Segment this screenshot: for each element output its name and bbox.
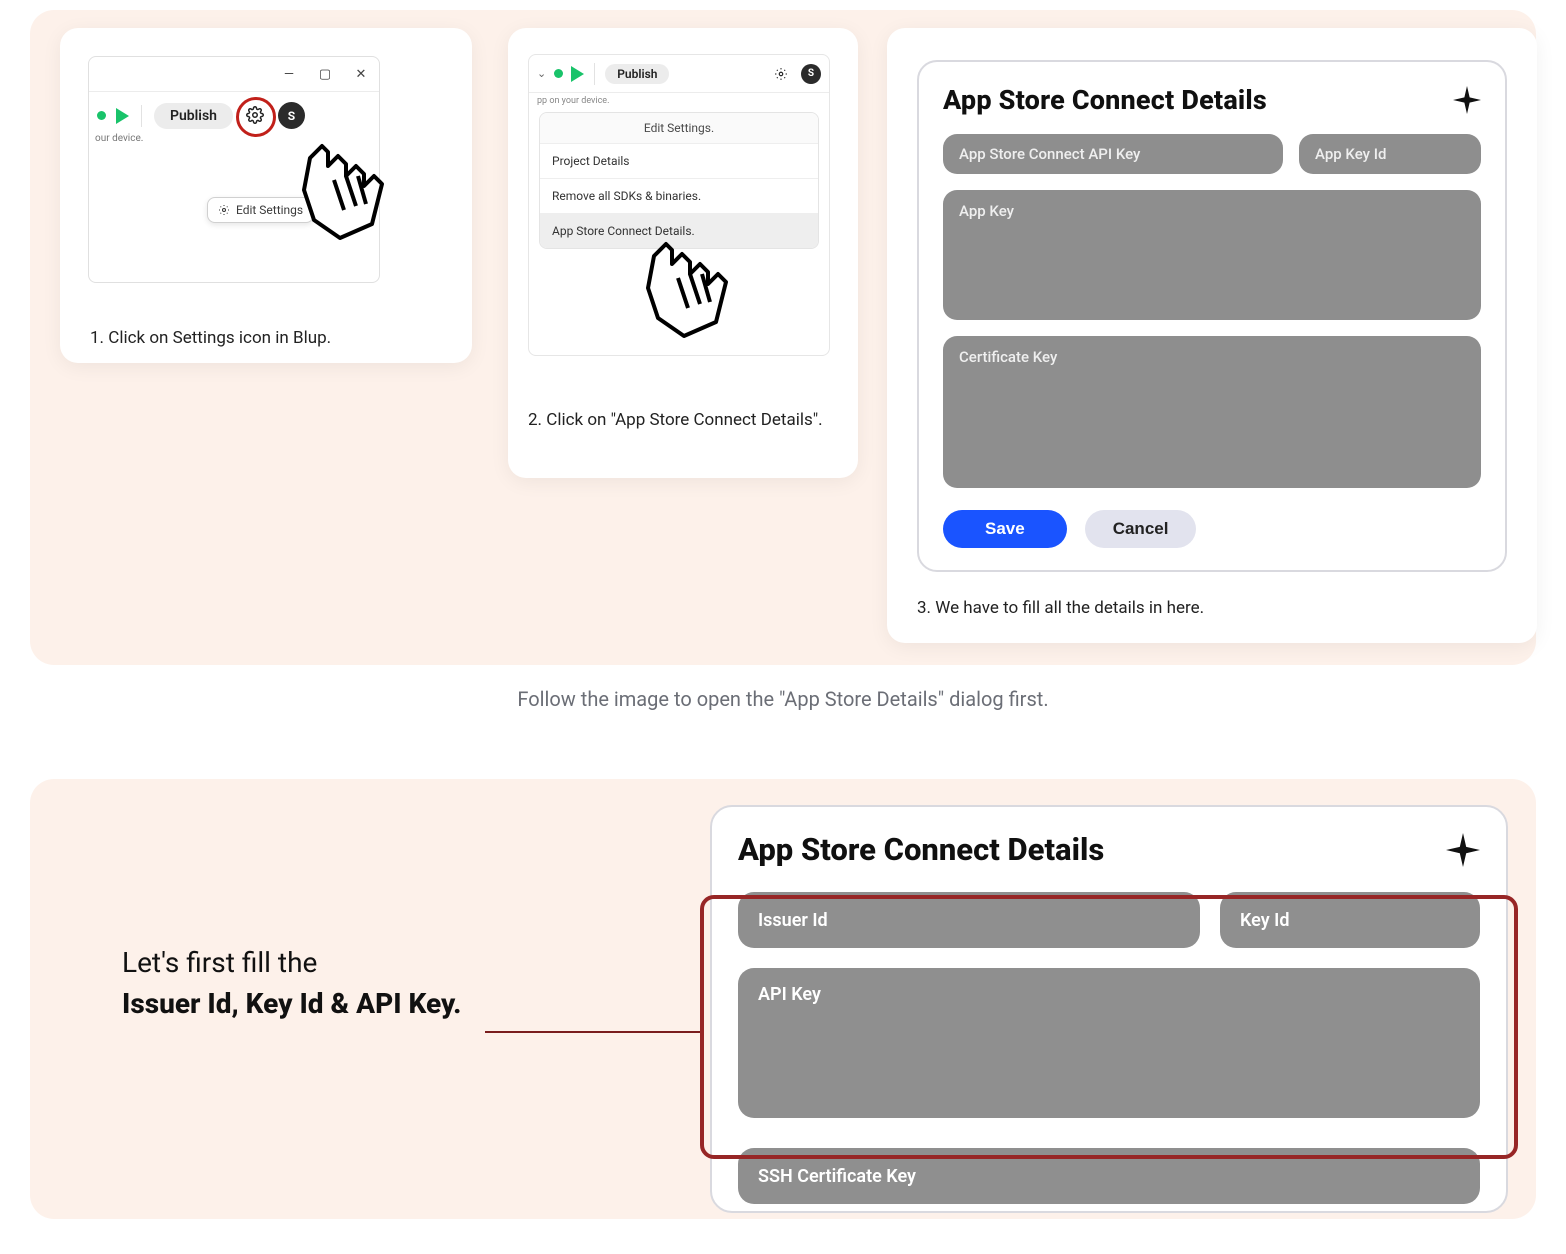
gear-icon [218, 204, 230, 216]
settings-gear-icon[interactable] [768, 61, 793, 86]
publish-button[interactable]: Publish [154, 103, 233, 129]
app-key-id-field[interactable]: App Key Id [1299, 134, 1481, 174]
device-hint-text: pp on your device. [529, 93, 829, 106]
pointer-hand-icon [624, 226, 744, 346]
sparkle-icon [1453, 86, 1481, 114]
pointer-hand-icon [280, 128, 400, 248]
sub-caption: Follow the image to open the "App Store … [0, 687, 1566, 711]
separator [594, 63, 595, 85]
toolbar: ⌄ Publish S [529, 55, 829, 93]
play-icon[interactable] [116, 108, 129, 124]
certificate-key-field[interactable]: Certificate Key [943, 336, 1481, 488]
ssh-certificate-key-field[interactable]: SSH Certificate Key [738, 1148, 1480, 1204]
window-minimize-icon[interactable]: — [271, 57, 307, 91]
dialog-2-wrap: App Store Connect Details Issuer Id Key … [710, 805, 1508, 1213]
api-key-field[interactable]: App Store Connect API Key [943, 134, 1283, 174]
save-button[interactable]: Save [943, 510, 1067, 548]
app-store-connect-dialog-2: App Store Connect Details Issuer Id Key … [710, 805, 1508, 1213]
cancel-button[interactable]: Cancel [1085, 510, 1197, 548]
publish-button[interactable]: Publish [605, 64, 669, 84]
app-store-connect-dialog: App Store Connect Details App Store Conn… [917, 60, 1507, 572]
window-close-icon[interactable]: ✕ [343, 57, 379, 91]
status-dot-icon [554, 69, 563, 78]
dropdown-header: Edit Settings. [540, 113, 818, 144]
dialog-title: App Store Connect Details [943, 84, 1267, 116]
api-key-field[interactable]: API Key [738, 968, 1480, 1118]
key-id-field[interactable]: Key Id [1220, 892, 1480, 948]
step-1-panel: — ▢ ✕ Publish [60, 28, 472, 363]
lead-bold-text: Issuer Id, Key Id & API Key. [122, 987, 461, 1020]
dropdown-item-remove-sdks[interactable]: Remove all SDKs & binaries. [540, 179, 818, 214]
step-3-caption: 3. We have to fill all the details in he… [917, 598, 1204, 618]
step-2-caption: 2. Click on "App Store Connect Details". [528, 410, 828, 430]
window-titlebar: — ▢ ✕ [89, 57, 379, 92]
play-icon[interactable] [571, 66, 584, 82]
dropdown-item-project-details[interactable]: Project Details [540, 144, 818, 179]
user-avatar[interactable]: S [801, 64, 821, 84]
bottom-strip: Let's first fill the Issuer Id, Key Id &… [30, 779, 1536, 1219]
step-2-panel: ⌄ Publish S pp on your device. Edit Sett… [508, 28, 858, 478]
highlight-ring [236, 97, 276, 137]
app-key-field[interactable]: App Key [943, 190, 1481, 320]
sparkle-icon [1446, 833, 1480, 867]
window-maximize-icon[interactable]: ▢ [307, 57, 343, 91]
step-3-panel: App Store Connect Details App Store Conn… [887, 28, 1537, 643]
status-dot-icon [97, 111, 106, 120]
chevron-down-icon[interactable]: ⌄ [537, 67, 546, 80]
user-avatar[interactable]: S [278, 102, 305, 129]
step-1-caption: 1. Click on Settings icon in Blup. [90, 328, 331, 348]
separator [141, 105, 142, 127]
dialog-title: App Store Connect Details [738, 831, 1480, 868]
lead-in-text: Let's first fill the [122, 946, 317, 979]
issuer-id-field[interactable]: Issuer Id [738, 892, 1200, 948]
bottom-lead-text: Let's first fill the Issuer Id, Key Id &… [122, 943, 482, 1024]
toolbar: Publish S [89, 92, 379, 129]
connector-line [485, 1031, 700, 1033]
top-steps-strip: — ▢ ✕ Publish [30, 10, 1536, 665]
